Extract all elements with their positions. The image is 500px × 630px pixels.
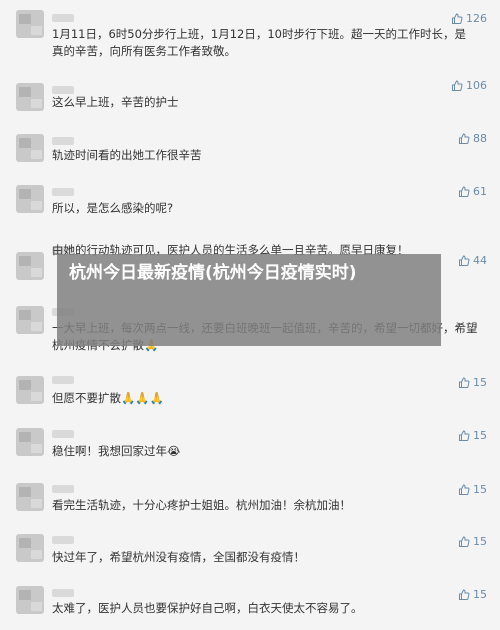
like-count: 61 (473, 185, 487, 198)
username[interactable] (52, 14, 74, 22)
like-button[interactable]: 88 (458, 132, 487, 145)
username[interactable] (52, 485, 74, 493)
username[interactable] (52, 430, 74, 438)
avatar[interactable] (16, 306, 44, 334)
like-count: 126 (466, 12, 487, 25)
like-count: 15 (473, 376, 487, 389)
like-button[interactable]: 15 (458, 376, 487, 389)
like-button[interactable]: 15 (458, 429, 487, 442)
username[interactable] (52, 376, 74, 384)
username[interactable] (52, 188, 74, 196)
username[interactable] (52, 589, 74, 597)
comment-text: 太难了，医护人员也要保护好自己啊，白衣天使太不容易了。 (52, 601, 363, 615)
avatar[interactable] (16, 428, 44, 456)
like-button[interactable]: 15 (458, 588, 487, 601)
username[interactable] (52, 536, 74, 544)
avatar[interactable] (16, 134, 44, 162)
title-overlay: 杭州今日最新疫情(杭州今日疫情实时) (57, 254, 441, 346)
thumbs-up-icon (458, 483, 470, 496)
thumbs-up-icon (458, 132, 470, 145)
username[interactable] (52, 137, 74, 145)
like-button[interactable]: 61 (458, 185, 487, 198)
like-count: 15 (473, 588, 487, 601)
overlay-title: 杭州今日最新疫情(杭州今日疫情实时) (69, 263, 357, 283)
like-button[interactable]: 126 (451, 12, 487, 25)
avatar[interactable] (16, 483, 44, 511)
like-count: 106 (466, 79, 487, 92)
comment-text: 1月11日，6时50分步行上班，1月12日，10时步行下班。超一天的工作时长，是… (52, 27, 466, 58)
avatar[interactable] (16, 534, 44, 562)
thumbs-up-icon (458, 535, 470, 548)
thumbs-up-icon (458, 376, 470, 389)
like-count: 15 (473, 429, 487, 442)
comment-text: 所以，是怎么感染的呢? (52, 201, 174, 215)
like-button[interactable]: 15 (458, 535, 487, 548)
comment-text: 这么早上班，辛苦的护士 (52, 95, 179, 109)
like-count: 44 (473, 254, 487, 267)
like-button[interactable]: 106 (451, 79, 487, 92)
comment-text: 轨迹时间看的出她工作很辛苦 (52, 148, 202, 162)
avatar[interactable] (16, 185, 44, 213)
avatar[interactable] (16, 586, 44, 614)
thumbs-up-icon (458, 588, 470, 601)
avatar[interactable] (16, 252, 44, 280)
avatar[interactable] (16, 83, 44, 111)
comment-text: 看完生活轨迹，十分心疼护士姐姐。杭州加油！余杭加油！ (52, 498, 351, 512)
comment-text: 快过年了，希望杭州没有疫情，全国都没有疫情！ (52, 550, 305, 564)
avatar[interactable] (16, 376, 44, 404)
thumbs-up-icon (458, 185, 470, 198)
like-count: 15 (473, 535, 487, 548)
comment-text: 稳住啊！我想回家过年😭 (52, 444, 181, 458)
avatar[interactable] (16, 10, 44, 38)
thumbs-up-icon (451, 12, 463, 25)
like-button[interactable]: 15 (458, 483, 487, 496)
thumbs-up-icon (458, 429, 470, 442)
username[interactable] (52, 86, 74, 94)
comment-text: 但愿不要扩散🙏🙏🙏 (52, 391, 164, 405)
thumbs-up-icon (458, 254, 470, 267)
like-count: 88 (473, 132, 487, 145)
like-button[interactable]: 44 (458, 254, 487, 267)
thumbs-up-icon (451, 79, 463, 92)
like-count: 15 (473, 483, 487, 496)
